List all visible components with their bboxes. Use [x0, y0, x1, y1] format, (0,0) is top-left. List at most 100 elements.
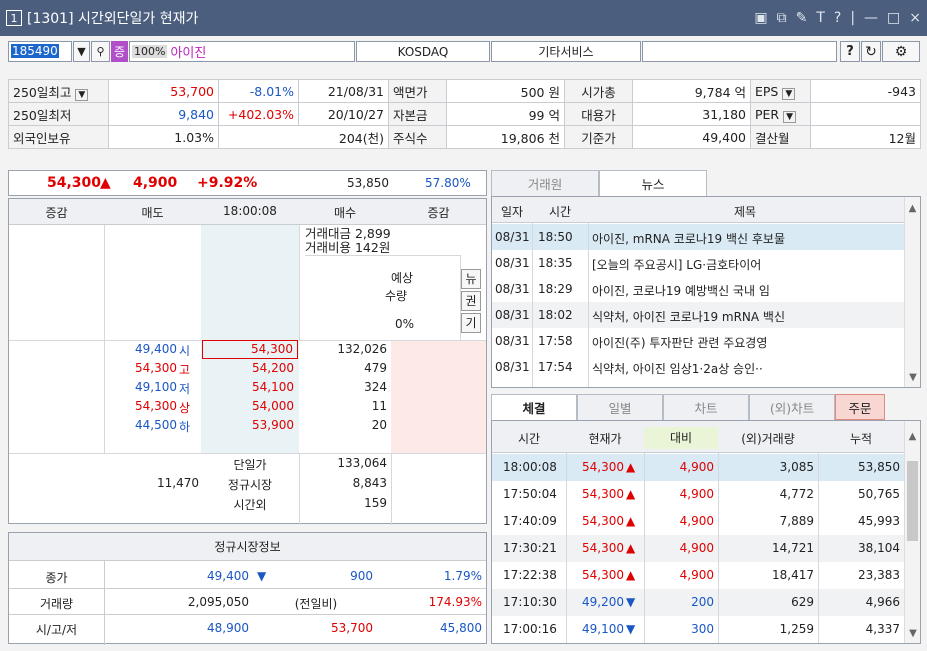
news-subject[interactable]: 식약처, 아이진 코로나19 mRNA 백신 — [592, 308, 896, 325]
help-icon[interactable]: ? — [834, 10, 841, 26]
tab-news[interactable]: 뉴스 — [599, 170, 707, 196]
price-rate: +9.92% — [197, 175, 258, 191]
ref-price: 54,300 — [135, 399, 177, 413]
stock-name-field[interactable]: 100% 아이진 — [129, 41, 355, 62]
close-icon[interactable]: × — [909, 10, 921, 26]
info-key: 주식수 — [388, 125, 447, 149]
news-date: 08/31 — [495, 308, 530, 322]
trade-price: 49,200 — [582, 595, 624, 609]
news-subject[interactable]: 아이진, 코로나19 예방백신 국내 임 — [592, 282, 896, 299]
stock-info-table: 250일최고 ▼ 53,700 -8.01% 21/08/31 액면가 500 … — [8, 79, 921, 149]
chevron-down-icon[interactable]: ▼ — [905, 628, 921, 639]
news-scrollbar[interactable]: ▲ ▼ — [904, 197, 920, 387]
help-button[interactable]: ? — [840, 41, 860, 62]
trade-cumulative: 4,966 — [865, 595, 900, 609]
trade-cumulative: 45,993 — [858, 514, 900, 528]
news-time: 17:54 — [538, 360, 573, 374]
chevron-down-icon[interactable]: ▼ — [782, 87, 796, 100]
trade-volume: 629 — [791, 595, 814, 609]
trade-time: 17:50:04 — [503, 487, 557, 501]
ask-price[interactable]: 54,300 — [202, 340, 298, 359]
news-subject[interactable]: 식약처, 아이진 임상1·2a상 승인·· — [592, 360, 896, 377]
col-header: 매도 — [141, 206, 164, 220]
trade-price: 54,300 — [582, 541, 624, 555]
col-header: 증감 — [427, 206, 450, 220]
sum-value: 159 — [364, 496, 387, 510]
order-button[interactable]: 주문 — [835, 394, 885, 420]
ref-tag: 상 — [179, 401, 191, 415]
chevron-down-icon[interactable]: ▼ — [905, 372, 921, 383]
trade-amount: 거래대금 2,899 — [305, 227, 391, 241]
col-header: 매수 — [333, 206, 357, 220]
sum-value: 8,843 — [352, 476, 387, 490]
col-header: 증감 — [45, 206, 68, 220]
chevron-up-icon[interactable]: ▲ — [905, 203, 920, 214]
news-subject[interactable]: 아이진(주) 투자판단 관련 주요경영 — [592, 334, 896, 351]
trades-scrollbar[interactable]: ▲ ▼ — [904, 421, 920, 643]
search-button[interactable]: ⚲ — [91, 41, 110, 62]
refresh-icon[interactable]: ↻ — [861, 41, 881, 62]
chevron-down-icon[interactable]: ▼ — [75, 88, 89, 101]
link-icon[interactable]: ▣ — [754, 10, 767, 26]
trade-time: 17:22:38 — [503, 568, 557, 582]
ask-price[interactable]: 54,100 — [202, 380, 294, 394]
ask-price[interactable]: 54,000 — [202, 399, 294, 413]
tab-brokers[interactable]: 거래원 — [491, 170, 599, 196]
maximize-icon[interactable]: □ — [887, 10, 900, 26]
ref-price: 44,500 — [135, 418, 177, 432]
code-dropdown-button[interactable]: ▼ — [73, 41, 90, 62]
info-key: 대용가 — [564, 102, 633, 126]
news-date: 08/31 — [495, 282, 530, 296]
news-subject[interactable]: [오늘의 주요공시] LG·금호타이어 — [592, 256, 896, 273]
tab-foreign-chart[interactable]: (외)차트 — [749, 394, 835, 420]
volume-ratio: 57.80% — [425, 176, 471, 190]
copy-window-icon[interactable]: ⧉ — [777, 10, 787, 26]
minimize-icon[interactable]: — — [864, 10, 878, 26]
ask-price[interactable]: 53,900 — [202, 418, 294, 432]
news-button[interactable]: 뉴 — [461, 269, 481, 289]
row-key: 종가 — [45, 571, 68, 585]
col-header: (외)거래량 — [741, 432, 795, 446]
trade-diff: 4,900 — [679, 460, 714, 474]
chevron-down-icon[interactable]: ▼ — [783, 110, 797, 123]
ref-price: 49,100 — [135, 380, 177, 394]
info-label: 250일최저 — [8, 102, 109, 126]
up-arrow-icon: ▲ — [100, 175, 111, 191]
rights-button[interactable]: 권 — [461, 291, 481, 311]
news-time: 18:50 — [538, 230, 573, 244]
volume-value: 2,095,050 — [187, 595, 249, 609]
trade-cumulative: 23,383 — [858, 568, 900, 582]
window-controls: ▣ ⧉ ✎ T ? | — □ × — [754, 0, 921, 36]
info-val: 99 억 — [446, 102, 565, 126]
news-subject[interactable]: 아이진, mRNA 코로나19 백신 후보물 — [592, 230, 896, 247]
divider — [9, 588, 486, 589]
info-val: 31,180 — [632, 102, 751, 126]
info-button[interactable]: 기 — [461, 313, 481, 333]
scroll-thumb[interactable] — [907, 461, 918, 541]
ask-price[interactable]: 54,200 — [202, 361, 294, 375]
tab-trades[interactable]: 체결 — [491, 394, 577, 420]
divider — [818, 453, 819, 643]
sum-value: 133,064 — [337, 456, 387, 470]
tab-chart[interactable]: 차트 — [663, 394, 749, 420]
tab-daily[interactable]: 일별 — [577, 394, 663, 420]
info-row: 250일최고 ▼ 53,700 -8.01% 21/08/31 액면가 500 … — [8, 79, 921, 103]
col-header: 18:00:08 — [223, 204, 277, 218]
trade-price: 54,300 — [582, 568, 624, 582]
info-date: 204(천) — [218, 125, 389, 149]
info-val: 49,400 — [632, 125, 751, 149]
close-diff: 900 — [350, 569, 373, 583]
row-key: 시/고/저 — [35, 623, 78, 637]
bid-qty: 479 — [364, 361, 387, 375]
chevron-up-icon[interactable]: ▲ — [905, 431, 920, 442]
regular-market-panel: 정규시장정보 종가 49,400 ▼ 900 1.79% 거래량 2,095,0… — [8, 532, 487, 645]
col-header: 시간 — [548, 205, 572, 219]
settings-icon[interactable]: ⚙ — [882, 41, 920, 62]
edit-icon[interactable]: ✎ — [796, 10, 808, 26]
stock-code-input[interactable]: 185490 — [8, 41, 72, 62]
font-icon[interactable]: T — [816, 10, 825, 26]
trade-volume: 18,417 — [772, 568, 814, 582]
col-header: 현재가 — [588, 432, 622, 446]
sum-label: 정규시장 — [227, 478, 273, 492]
divider — [566, 453, 567, 643]
